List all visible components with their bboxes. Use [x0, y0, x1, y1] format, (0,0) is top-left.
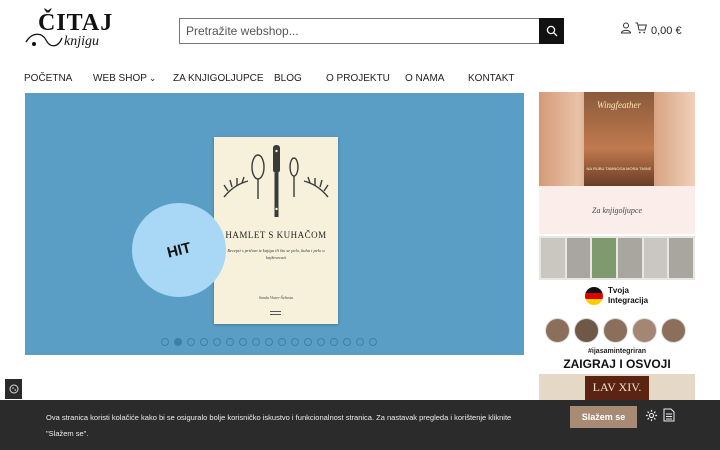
strip-thumb: [643, 238, 668, 278]
slider-pagination: [161, 338, 377, 346]
avatar: [661, 318, 686, 343]
slider-dot[interactable]: [369, 338, 377, 346]
logo-flourish-icon: [25, 33, 63, 47]
strip-thumb: [541, 238, 565, 278]
document-icon[interactable]: [663, 408, 675, 422]
book-author: Sanda Vinter-Šebesta: [258, 295, 294, 300]
slider-dot[interactable]: [239, 338, 247, 346]
wingfeather-title: Wingfeather: [597, 100, 641, 110]
slider-dot[interactable]: [200, 338, 208, 346]
site-logo[interactable]: ČITAJ knjigu: [24, 10, 116, 52]
wingfeather-subtitle: NA RUBU TAMNOGA MORA TMINE: [586, 166, 652, 171]
account-icon[interactable]: [620, 22, 632, 34]
integracija-header: Tvoja Integracija: [585, 286, 648, 306]
book-cover[interactable]: HAMLET S KUHAČOM Recepti s pričom iz knj…: [214, 137, 338, 324]
slider-dot[interactable]: [356, 338, 364, 346]
integracija-title-1: Tvoja: [608, 286, 629, 295]
banner-za-knjigoljupce[interactable]: Wingfeather NA RUBU TAMNOGA MORA TMINE Z…: [539, 92, 695, 234]
banner-book-strip[interactable]: [539, 236, 695, 280]
nav-item-blog[interactable]: Blog: [274, 71, 326, 85]
slider-dot[interactable]: [226, 338, 234, 346]
integracija-headline: ZAIGRAJ I OSVOJI: [563, 357, 671, 371]
integracija-hashtag: #ijasamintegriran: [588, 348, 646, 355]
search-input[interactable]: [179, 18, 539, 44]
kitchen-utensils-icon: [223, 145, 329, 217]
avatar: [545, 318, 570, 343]
cookie-text: Ova stranica koristi kolačiće kako bi se…: [46, 413, 512, 438]
hit-badge: HIT: [132, 203, 226, 297]
avatar: [632, 318, 657, 343]
hero-slider[interactable]: HAMLET S KUHAČOM Recepti s pričom iz knj…: [25, 93, 524, 355]
search-bar: [179, 18, 564, 44]
chevron-down-icon: ⌄: [148, 72, 157, 83]
slider-dot[interactable]: [213, 338, 221, 346]
slider-dot[interactable]: [330, 338, 338, 346]
slider-dot[interactable]: [161, 338, 169, 346]
nav-item-kontakt[interactable]: Kontakt: [468, 71, 514, 85]
german-flag-icon: [585, 287, 603, 305]
slider-dot[interactable]: [304, 338, 312, 346]
logo-line2: knjigu: [64, 34, 99, 49]
banner-integracija[interactable]: Tvoja Integracija #ijasamintegriran ZAIG…: [539, 282, 695, 372]
book-subtitle: Recepti s pričom iz knjiga ili što se pe…: [227, 248, 325, 260]
cookie-accept-button[interactable]: Slažem se: [570, 406, 637, 428]
slider-dot[interactable]: [317, 338, 325, 346]
strip-thumb: [618, 238, 642, 278]
banner-caption: Za knjigoljupce: [592, 206, 642, 215]
avatar: [603, 318, 628, 343]
gear-icon[interactable]: [645, 409, 658, 422]
strip-thumb: [566, 238, 591, 278]
cookie-toggle-button[interactable]: [5, 379, 22, 399]
nav-item-pocetna[interactable]: Početna: [24, 71, 93, 85]
nav-item-o-nama[interactable]: O nama: [405, 71, 468, 85]
nav-item-o-projektu[interactable]: O projektu: [326, 71, 405, 85]
slider-dot[interactable]: [187, 338, 195, 346]
slider-dot[interactable]: [252, 338, 260, 346]
strip-thumb: [592, 238, 617, 278]
slider-dot[interactable]: [278, 338, 286, 346]
cookie-icon: [9, 384, 18, 394]
avatar: [574, 318, 599, 343]
publisher-mark: [270, 311, 281, 315]
book-title: HAMLET S KUHAČOM: [225, 230, 327, 240]
slider-dot[interactable]: [343, 338, 351, 346]
avatar-row: [545, 318, 686, 343]
slider-dot[interactable]: [291, 338, 299, 346]
search-button[interactable]: [539, 18, 564, 44]
search-icon: [546, 25, 557, 37]
nav-item-za-knjigoljupce[interactable]: Za knjigoljupce: [173, 71, 274, 85]
main-nav: Početna Web shop ⌄ Za knjigoljupce Blog O…: [24, 71, 514, 85]
nav-item-web-shop[interactable]: Web shop ⌄: [93, 71, 173, 85]
slider-dot[interactable]: [265, 338, 273, 346]
cart-total[interactable]: 0,00 €: [651, 25, 682, 37]
integracija-title-2: Integracija: [608, 296, 649, 305]
strip-thumb: [669, 238, 694, 278]
slider-dot[interactable]: [174, 338, 182, 346]
lav-title: LAV XIV.: [592, 380, 642, 394]
cart-icon[interactable]: [635, 22, 647, 34]
hit-badge-label: HIT: [165, 238, 193, 262]
